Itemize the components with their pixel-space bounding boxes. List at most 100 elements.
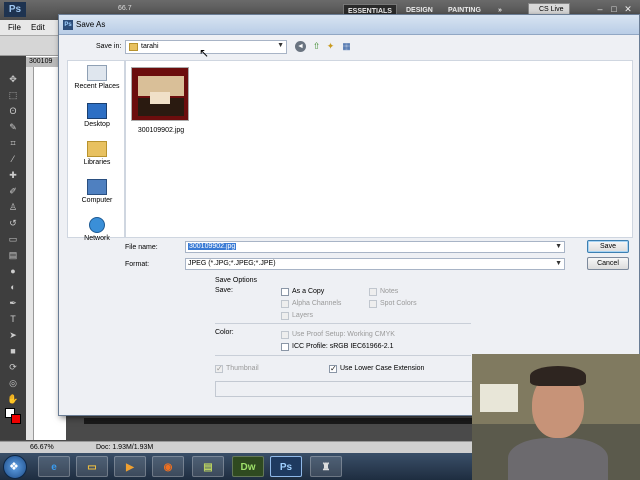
- mouse-cursor-icon: ↖: [199, 46, 210, 60]
- menu-edit[interactable]: Edit: [31, 23, 45, 32]
- thumbnail-label: Thumbnail: [226, 365, 259, 372]
- place-recent[interactable]: Recent Places: [68, 65, 126, 90]
- dodge-tool-icon[interactable]: ◐: [7, 282, 19, 292]
- file-name-label[interactable]: 300109902.jpg: [131, 127, 191, 134]
- media-player-icon[interactable]: ▶: [114, 456, 146, 477]
- computer-icon: [87, 179, 107, 195]
- move-tool-icon[interactable]: ✥: [7, 74, 19, 84]
- as-a-copy-checkbox[interactable]: [281, 288, 289, 296]
- spot-colors-checkbox[interactable]: [369, 300, 377, 308]
- color-label: Color:: [215, 329, 234, 336]
- path-select-icon[interactable]: ➤: [7, 330, 19, 340]
- photoshop-logo: Ps: [4, 2, 26, 17]
- brush-tool-icon[interactable]: ✐: [7, 186, 19, 196]
- alpha-channels-checkbox[interactable]: [281, 300, 289, 308]
- chevron-down-icon: ▼: [555, 243, 562, 250]
- divider: [215, 323, 471, 324]
- place-computer[interactable]: Computer: [68, 179, 126, 204]
- libraries-icon: [87, 141, 107, 157]
- lower-case-extension-label: Use Lower Case Extension: [340, 365, 425, 372]
- place-label: Computer: [81, 197, 113, 204]
- file-thumbnail[interactable]: [131, 67, 189, 121]
- marquee-tool-icon[interactable]: ⬚: [7, 90, 19, 100]
- cancel-button[interactable]: Cancel: [587, 257, 629, 270]
- status-bar: 66.67% Doc: 1.93M/1.93M: [0, 441, 472, 453]
- warning-area: [215, 381, 473, 397]
- place-network[interactable]: Network: [68, 217, 126, 242]
- file-name-label: File name:: [125, 244, 158, 251]
- status-doc-size: Doc: 1.93M/1.93M: [96, 444, 154, 451]
- file-name-value: 300109902.jpg: [188, 243, 237, 250]
- new-folder-icon[interactable]: ✦: [325, 41, 336, 52]
- dreamweaver-icon[interactable]: Dw: [232, 456, 264, 477]
- icc-profile-checkbox[interactable]: [281, 343, 289, 351]
- place-label: Desktop: [84, 121, 110, 128]
- shape-tool-icon[interactable]: ■: [7, 346, 19, 356]
- zoom-level[interactable]: 66.7: [118, 5, 132, 12]
- crop-tool-icon[interactable]: ⌗: [7, 138, 19, 148]
- recent-places-icon: [87, 65, 107, 81]
- history-brush-icon[interactable]: ↺: [7, 218, 19, 228]
- start-button[interactable]: ❖: [3, 455, 27, 479]
- format-dropdown[interactable]: JPEG (*.JPG;*.JPEG;*.JPE) ▼: [185, 258, 565, 270]
- network-globe-icon: [89, 217, 105, 233]
- use-proof-setup-checkbox[interactable]: [281, 331, 289, 339]
- save-button[interactable]: Save: [587, 240, 629, 253]
- use-proof-setup-label: Use Proof Setup: Working CMYK: [292, 331, 395, 338]
- place-label: Recent Places: [74, 83, 120, 90]
- quick-select-tool-icon[interactable]: ✎: [7, 122, 19, 132]
- tools-panel: ✥ ⬚ ʘ ✎ ⌗ ⁄ ✚ ✐ ♙ ↺ ▭ ▤ ● ◐ ✒ T ➤ ■ ⟳ ◎ …: [0, 56, 26, 440]
- menu-file[interactable]: File: [8, 23, 21, 32]
- blur-tool-icon[interactable]: ●: [7, 266, 19, 276]
- file-list[interactable]: 300109902.jpg: [125, 60, 633, 238]
- save-options-heading: Save Options: [215, 277, 258, 284]
- firefox-icon[interactable]: ◉: [152, 456, 184, 477]
- save-in-label: Save in:: [96, 43, 122, 50]
- notes-checkbox[interactable]: [369, 288, 377, 296]
- place-libraries[interactable]: Libraries: [68, 141, 126, 166]
- back-icon[interactable]: ◄: [295, 41, 306, 52]
- file-explorer-icon[interactable]: ▭: [76, 456, 108, 477]
- 3d-orbit-icon[interactable]: ◎: [7, 378, 19, 388]
- eraser-tool-icon[interactable]: ▭: [7, 234, 19, 244]
- save-label: Save:: [215, 287, 233, 294]
- type-tool-icon[interactable]: T: [7, 314, 19, 324]
- hand-tool-icon[interactable]: ✋: [7, 394, 19, 404]
- format-value: JPEG (*.JPG;*.JPEG;*.JPE): [188, 260, 276, 267]
- view-menu-icon[interactable]: ▦: [341, 41, 352, 52]
- photoshop-small-icon: Ps: [63, 20, 73, 30]
- pen-tool-icon[interactable]: ✒: [7, 298, 19, 308]
- healing-tool-icon[interactable]: ✚: [7, 170, 19, 180]
- up-folder-icon[interactable]: ⇧: [311, 41, 322, 52]
- place-desktop[interactable]: Desktop: [68, 103, 126, 128]
- app-icon[interactable]: ♜: [310, 456, 342, 477]
- gradient-tool-icon[interactable]: ▤: [7, 250, 19, 260]
- file-name-input[interactable]: 300109902.jpg ▼: [185, 241, 565, 253]
- desktop-icon: [87, 103, 107, 119]
- background-color-swatch[interactable]: [11, 414, 21, 424]
- vertical-ruler: [26, 67, 34, 440]
- eyedropper-tool-icon[interactable]: ⁄: [7, 154, 19, 164]
- internet-explorer-icon[interactable]: e: [38, 456, 70, 477]
- thumbnail-checkbox[interactable]: [215, 364, 223, 373]
- stamp-tool-icon[interactable]: ♙: [7, 202, 19, 212]
- save-in-value: tarahi: [141, 43, 159, 50]
- notes-app-icon[interactable]: ▤: [192, 456, 224, 477]
- status-zoom[interactable]: 66.67%: [30, 444, 54, 451]
- places-bar: Recent Places Desktop Libraries Computer…: [67, 60, 126, 242]
- alpha-channels-label: Alpha Channels: [292, 300, 342, 307]
- notes-label: Notes: [380, 288, 399, 295]
- photoshop-taskbar-icon[interactable]: Ps: [270, 456, 302, 477]
- lasso-tool-icon[interactable]: ʘ: [7, 106, 19, 116]
- layers-checkbox[interactable]: [281, 312, 289, 320]
- chevron-down-icon: ▼: [277, 42, 284, 49]
- webcam-overlay: [472, 354, 640, 480]
- 3d-rotate-icon[interactable]: ⟳: [7, 362, 19, 372]
- format-label: Format:: [125, 261, 150, 268]
- windows-logo-icon: ❖: [9, 461, 19, 473]
- icc-profile-label: ICC Profile: sRGB IEC61966-2.1: [292, 343, 394, 350]
- divider: [215, 355, 471, 356]
- as-a-copy-label: As a Copy: [292, 288, 325, 295]
- lower-case-extension-checkbox[interactable]: [329, 364, 337, 373]
- dialog-title-bar: Ps Save As: [59, 15, 639, 35]
